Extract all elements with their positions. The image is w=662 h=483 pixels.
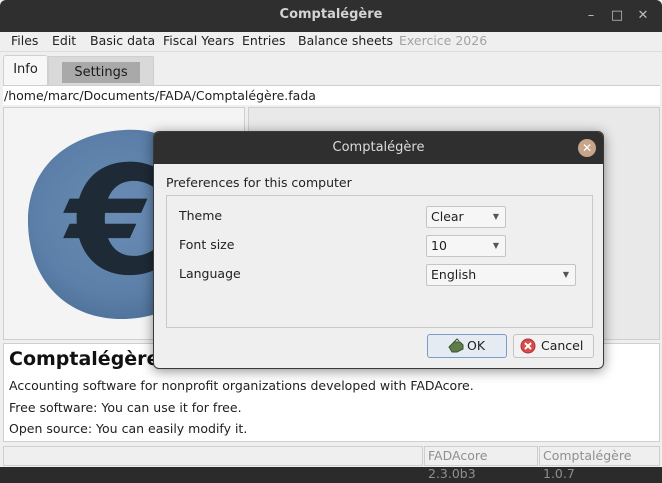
preferences-group: Theme Clear ▼ Font size 10 ▼ Language En… [166,195,593,328]
menu-fiscal-years[interactable]: Fiscal Years [163,33,234,48]
tab-settings-container[interactable]: Settings [48,56,154,86]
status-bar: FADAcore 2.3.0b3 Comptalégère 1.0.7 [0,444,662,481]
font-size-select[interactable]: 10 ▼ [426,235,506,257]
ok-hand-icon [448,338,464,353]
maximize-icon[interactable]: □ [609,8,625,24]
cancel-icon [520,338,536,354]
theme-label: Theme [179,208,223,223]
main-window: Comptalégère – □ ✕ Files Edit Basic data… [0,0,662,481]
window-title: Comptalégère [279,7,383,22]
menu-edit[interactable]: Edit [52,33,76,48]
menu-exercice: Exercice 2026 [399,33,488,48]
dialog-title-bar[interactable]: Comptalégère ✕ [154,132,603,164]
font-size-value: 10 [431,238,447,253]
chevron-down-icon: ▼ [562,270,569,279]
cancel-button[interactable]: Cancel [513,334,594,358]
theme-select[interactable]: Clear ▼ [426,206,506,228]
menu-files[interactable]: Files [11,33,38,48]
language-value: English [431,267,477,282]
chevron-down-icon: ▼ [492,241,499,250]
tab-settings[interactable]: Settings [62,62,140,83]
preferences-heading: Preferences for this computer [166,175,352,190]
about-title: Comptalégère [9,348,160,370]
font-size-label: Font size [179,237,235,252]
status-message [3,446,423,466]
preferences-dialog: Comptalégère ✕ Preferences for this comp… [153,131,604,369]
chevron-down-icon: ▼ [492,212,499,221]
about-line: Open source: You can easily modify it. [9,421,248,436]
close-icon[interactable]: ✕ [635,8,651,24]
tab-bar: Info Settings [0,52,662,86]
status-app-version: Comptalégère 1.0.7 [539,446,660,481]
dialog-title: Comptalégère [332,140,425,155]
ok-label: OK [467,338,486,353]
language-select[interactable]: English ▼ [426,264,576,286]
theme-value: Clear [431,209,464,224]
dialog-close-icon[interactable]: ✕ [578,139,596,157]
menu-balance-sheets[interactable]: Balance sheets [298,33,393,48]
menu-bar: Files Edit Basic data Fiscal Years Entri… [0,32,662,52]
language-label: Language [179,266,241,281]
ok-button[interactable]: OK [427,334,507,358]
status-core-version: FADAcore 2.3.0b3 [424,446,538,481]
tab-info[interactable]: Info [3,55,48,86]
file-path: /home/marc/Documents/FADA/Comptalégère.f… [3,85,660,105]
menu-entries[interactable]: Entries [242,33,286,48]
about-line: Accounting software for nonprofit organi… [9,378,474,393]
menu-basic-data[interactable]: Basic data [90,33,155,48]
minimize-icon[interactable]: – [583,8,599,24]
about-line: Free software: You can use it for free. [9,400,242,415]
title-bar[interactable]: Comptalégère – □ ✕ [0,0,662,32]
cancel-label: Cancel [541,338,584,353]
